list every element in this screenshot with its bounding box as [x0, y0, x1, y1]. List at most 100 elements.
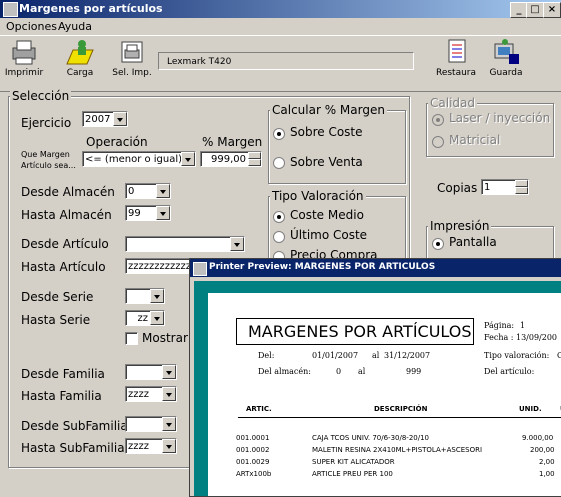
- sobre-venta-radio[interactable]: [273, 157, 285, 169]
- chevron-down-icon[interactable]: [162, 417, 176, 431]
- maximize-button[interactable]: □: [526, 2, 544, 18]
- tipo-valoracion-value: C: [557, 351, 561, 360]
- preview-area: MARGENES POR ARTÍCULOS Página: 1 Fecha :…: [194, 281, 561, 496]
- desde-articulo-select[interactable]: [125, 236, 245, 252]
- col-unid: UNID.: [519, 405, 542, 413]
- chevron-down-icon[interactable]: [162, 387, 176, 401]
- guarda-button[interactable]: Guarda: [486, 36, 526, 78]
- restore-document-icon: [441, 38, 471, 66]
- pagina-value: 1: [520, 321, 526, 330]
- close-button[interactable]: ×: [543, 2, 561, 18]
- table-row: 001.0001 CAJA TCOS UNIV. 70/6-30/8-20/10…: [208, 434, 561, 446]
- hasta-articulo-select[interactable]: zzzzzzzzzzzzz: [125, 258, 195, 274]
- imprimir-button[interactable]: Imprimir: [4, 36, 44, 78]
- hasta-almacen-label: Hasta Almacén: [21, 208, 112, 222]
- hasta-familia-select[interactable]: zzzz: [125, 386, 177, 402]
- chevron-down-icon[interactable]: [181, 152, 195, 166]
- row-code: 001.0001: [236, 434, 270, 442]
- menu-ayuda[interactable]: Ayuda: [58, 20, 92, 33]
- sobre-venta-label: Sobre Venta: [290, 155, 363, 169]
- hasta-articulo-value: zzzzzzzzzzzzz: [128, 261, 195, 272]
- printer-icon: [9, 38, 39, 66]
- desde-articulo-label: Desde Artículo: [21, 237, 109, 251]
- desde-familia-select[interactable]: [125, 364, 177, 380]
- margen-header: % Margen: [202, 135, 263, 149]
- copias-stepper[interactable]: 1: [481, 179, 529, 195]
- row-code: 001.0029: [236, 458, 270, 466]
- sel-imp-button[interactable]: Sel. Imp.: [110, 36, 154, 78]
- chevron-down-icon[interactable]: [113, 112, 127, 126]
- spin-buttons[interactable]: [248, 152, 261, 166]
- printer-name-field[interactable]: Lexmark T420: [158, 52, 414, 70]
- chevron-down-icon[interactable]: [156, 184, 170, 198]
- printer-select-icon: [117, 38, 147, 66]
- calcular-group: [268, 110, 406, 184]
- table-row: 001.0029 SUPER KIT ALICATADOR 2,00: [208, 458, 561, 470]
- del-label: Del:: [258, 351, 275, 360]
- sobre-coste-radio[interactable]: [273, 128, 285, 140]
- chevron-down-icon[interactable]: [156, 206, 170, 220]
- pantalla-radio[interactable]: [432, 238, 444, 250]
- chevron-down-icon[interactable]: [162, 439, 176, 453]
- chevron-down-icon[interactable]: [150, 289, 164, 303]
- preview-title: Printer Preview: MARGENES POR ARTICULOS: [209, 262, 436, 272]
- calcular-title: Calcular % Margen: [270, 103, 387, 117]
- hasta-serie-value: zz: [137, 313, 149, 324]
- hasta-familia-label: Hasta Familia: [21, 389, 102, 403]
- fecha-value: 13/09/200: [516, 333, 558, 342]
- col-artic: ARTIC.: [246, 405, 272, 413]
- toolbar: Imprimir Carga Sel. Imp. Lexmark T420 Re…: [0, 35, 561, 92]
- chevron-down-icon[interactable]: [162, 365, 176, 379]
- row-desc: ARTICLE PREU PER 100: [312, 470, 393, 478]
- row-desc: MALETIN RESINA 2X410ML+PISTOLA+ASCESORI: [312, 446, 483, 454]
- sobre-coste-label: Sobre Coste: [290, 125, 363, 139]
- hasta-serie-select[interactable]: zz: [125, 310, 165, 326]
- spin-buttons[interactable]: [515, 180, 528, 194]
- row-unid: 9.000,00: [522, 434, 554, 442]
- hasta-familia-value: zzzz: [128, 389, 149, 400]
- ejercicio-select[interactable]: 2007: [82, 111, 128, 127]
- printer-preview-window: Printer Preview: MARGENES POR ARTICULOS …: [189, 258, 561, 497]
- que-margen-label: Que Margen: [21, 150, 70, 159]
- chevron-down-icon[interactable]: [150, 311, 164, 325]
- hasta-almacen-select[interactable]: 99: [125, 205, 171, 221]
- ultimo-coste-radio[interactable]: [273, 231, 285, 243]
- operacion-select[interactable]: <= (menor o igual): [82, 151, 196, 167]
- ejercicio-label: Ejercicio: [21, 116, 72, 130]
- margen-value: 999,00: [211, 154, 246, 165]
- desde-almacen-value: 0: [128, 186, 135, 197]
- desde-subfamilia-label: Desde SubFamilia: [21, 419, 128, 433]
- laser-radio[interactable]: [432, 114, 444, 126]
- coste-medio-radio[interactable]: [273, 211, 285, 223]
- hasta-subfamilia-value: zzzz: [128, 441, 149, 452]
- imprimir-label: Imprimir: [4, 68, 44, 78]
- del-almacen-value: 0: [336, 367, 342, 376]
- chevron-down-icon[interactable]: [230, 237, 244, 251]
- row-unid: 1,00: [539, 470, 555, 478]
- desde-almacen-label: Desde Almacén: [21, 185, 115, 199]
- al-value: 31/12/2007: [384, 351, 431, 360]
- al2-label: al: [358, 367, 366, 376]
- margen-stepper[interactable]: 999,00: [200, 151, 262, 167]
- matricial-radio[interactable]: [432, 136, 444, 148]
- hasta-subfamilia-select[interactable]: zzzz: [125, 438, 177, 454]
- hasta-almacen-value: 99: [128, 208, 141, 219]
- sel-imp-label: Sel. Imp.: [112, 68, 152, 78]
- report-page: MARGENES POR ARTÍCULOS Página: 1 Fecha :…: [208, 293, 561, 496]
- restaura-label: Restaura: [435, 68, 477, 78]
- seleccion-title: Selección: [10, 89, 72, 103]
- table-row: 001.0002 MALETIN RESINA 2X410ML+PISTOLA+…: [208, 446, 561, 458]
- desde-almacen-select[interactable]: 0: [125, 183, 171, 199]
- articulo-sea-label: Artículo sea...: [21, 161, 76, 170]
- carga-button[interactable]: Carga: [60, 36, 100, 78]
- desde-serie-select[interactable]: [125, 288, 165, 304]
- tipo-valoracion-title: Tipo Valoración: [270, 189, 366, 203]
- restaura-button[interactable]: Restaura: [434, 36, 478, 78]
- menu-opciones[interactable]: Opciones: [6, 20, 57, 33]
- row-desc: CAJA TCOS UNIV. 70/6-30/8-20/10: [312, 434, 429, 442]
- al2-value: 999: [406, 367, 422, 376]
- mostrar-checkbox[interactable]: [125, 332, 138, 345]
- preview-titlebar: Printer Preview: MARGENES POR ARTICULOS: [190, 259, 561, 277]
- desde-subfamilia-select[interactable]: [125, 416, 177, 432]
- impresion-title: Impresión: [428, 219, 492, 233]
